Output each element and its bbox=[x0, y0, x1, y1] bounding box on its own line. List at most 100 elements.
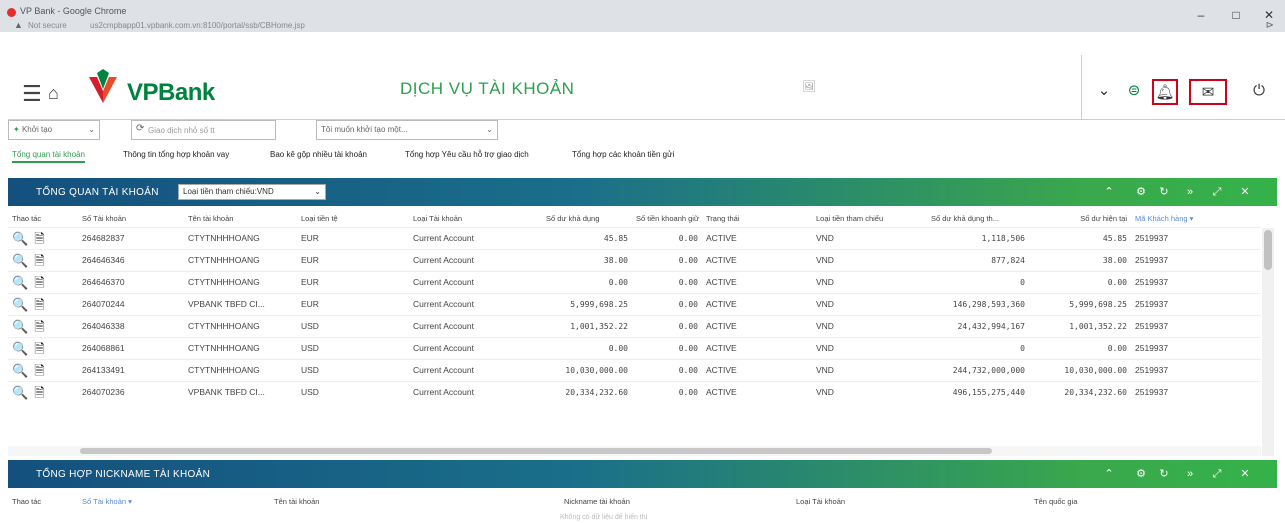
vpbank-logo[interactable]: VPBank bbox=[83, 67, 243, 113]
view-details-icon[interactable]: 🔍 bbox=[12, 320, 28, 333]
table-row[interactable]: 🔍 🗎 264682837 CTYTNHHHOANG EUR Current Accoun… bbox=[8, 226, 1261, 249]
col-header[interactable]: Tên tài khoản bbox=[270, 493, 560, 509]
extension-icon[interactable]: ⊳ bbox=[1266, 20, 1274, 31]
power-icon[interactable]: ⏻ bbox=[1246, 79, 1272, 105]
exchange-icon[interactable]: ⊜ bbox=[1121, 79, 1147, 105]
chevron-down-icon[interactable]: ⌄ bbox=[1091, 79, 1117, 105]
table-row[interactable]: 🔍 🗎 264070244 VPBANK TBFD CI... EUR Current A… bbox=[8, 292, 1261, 315]
address-bar[interactable]: ▲ Not secure us2cmpbapp01.vpbank.com.vn:… bbox=[14, 20, 1274, 33]
table-row[interactable]: 🔍 🗎 264646370 CTYTNHHHOANG EUR Current Accoun… bbox=[8, 270, 1261, 293]
statement-document-icon[interactable]: 🗎 bbox=[34, 232, 44, 245]
tab-account-overview[interactable]: Tổng quan tài khoản bbox=[12, 150, 85, 163]
row-actions: 🔍 🗎 bbox=[8, 314, 78, 337]
view-details-icon[interactable]: 🔍 bbox=[12, 276, 28, 289]
tab-multi-account-statement[interactable]: Bao kê gộp nhiều tài khoản bbox=[270, 150, 367, 159]
col-header[interactable]: Số dư hiện tại bbox=[1029, 211, 1131, 227]
row-actions: 🔍 🗎 bbox=[8, 226, 78, 249]
expand-icon[interactable]: » bbox=[1181, 466, 1199, 482]
view-details-icon[interactable]: 🔍 bbox=[12, 232, 28, 245]
cell-type: Current Account bbox=[409, 314, 542, 337]
table-row[interactable]: 🔍 🗎 264133491 CTYTNHHHOANG USD Current Accoun… bbox=[8, 358, 1261, 381]
view-details-icon[interactable]: 🔍 bbox=[12, 298, 28, 311]
brand-name: VPBank bbox=[127, 79, 215, 106]
cell-name: CTYTNHHHOANG bbox=[184, 358, 297, 381]
table-row[interactable]: 🔍 🗎 264046338 CTYTNHHHOANG USD Current Accoun… bbox=[8, 314, 1261, 337]
tab-support-requests[interactable]: Tổng hợp Yêu cầu hỗ trợ giao dịch bbox=[405, 150, 529, 159]
settings-icon[interactable]: ⚙ bbox=[1132, 466, 1150, 482]
close-icon[interactable]: ✕ bbox=[1236, 466, 1254, 482]
col-header[interactable]: Trạng thái bbox=[702, 211, 812, 227]
statement-document-icon[interactable]: 🗎 bbox=[34, 386, 44, 399]
mail-icon[interactable]: ✉ bbox=[1189, 79, 1227, 105]
cell-avail: 0.00 bbox=[542, 270, 632, 293]
currency-select[interactable]: Loại tiền tham chiếu:VND ⌄ bbox=[178, 184, 326, 200]
statement-document-icon[interactable]: 🗎 bbox=[34, 254, 44, 267]
maximize-icon[interactable]: ⤢ bbox=[1208, 184, 1226, 200]
statement-document-icon[interactable]: 🗎 bbox=[34, 342, 44, 355]
horizontal-scrollbar[interactable] bbox=[8, 446, 1261, 456]
vpbank-logo-mark-icon bbox=[89, 69, 117, 103]
cell-hold: 0.00 bbox=[632, 292, 702, 315]
notification-bell-icon[interactable]: 🔔︎ bbox=[1152, 79, 1178, 105]
cell-ccy: USD bbox=[297, 380, 409, 403]
cell-hold: 0.00 bbox=[632, 270, 702, 293]
col-header[interactable]: Số dư khả dụng th... bbox=[927, 211, 1029, 227]
col-header[interactable]: Loại Tài khoản bbox=[409, 211, 542, 227]
cell-current: 45.85 bbox=[1029, 226, 1131, 249]
refresh-icon[interactable]: ↻ bbox=[1155, 184, 1173, 200]
col-header[interactable]: Nickname tài khoản bbox=[560, 493, 792, 509]
collapse-icon[interactable]: ⌃ bbox=[1100, 184, 1118, 200]
col-header[interactable]: Số tiền khoanh giữ bbox=[632, 211, 702, 227]
chevron-down-icon: ⌄ bbox=[88, 125, 95, 134]
col-header[interactable]: Tên tài khoản bbox=[184, 211, 297, 227]
col-header-sorted[interactable]: Mã Khách hàng ▾ bbox=[1131, 211, 1261, 227]
home-icon[interactable]: ⌂ bbox=[48, 83, 59, 104]
cell-acct: 264646346 bbox=[78, 248, 184, 271]
cell-status: ACTIVE bbox=[702, 380, 812, 403]
col-header[interactable]: Loại tiền tham chiếu bbox=[812, 211, 927, 227]
intent-select[interactable]: Tôi muốn khởi tạo một... ⌄ bbox=[316, 120, 498, 140]
transaction-search-input[interactable] bbox=[131, 120, 276, 140]
cell-cif: 2519937 bbox=[1131, 314, 1261, 337]
menu-icon[interactable]: ☰ bbox=[22, 83, 42, 105]
cell-type: Current Account bbox=[409, 270, 542, 293]
settings-icon[interactable]: ⚙ bbox=[1132, 184, 1150, 200]
col-header[interactable]: Loại tiền tệ bbox=[297, 211, 409, 227]
scrollbar-thumb[interactable] bbox=[80, 448, 992, 454]
view-details-icon[interactable]: 🔍 bbox=[12, 342, 28, 355]
statement-document-icon[interactable]: 🗎 bbox=[34, 320, 44, 333]
cell-avail-ref: 146,298,593,360 bbox=[927, 292, 1029, 315]
close-icon[interactable]: ✕ bbox=[1236, 184, 1254, 200]
col-header[interactable]: Thao tác bbox=[8, 211, 78, 227]
header-divider bbox=[1081, 55, 1082, 119]
create-select[interactable]: ✦ Khởi tạo ⌄ bbox=[8, 120, 100, 140]
statement-document-icon[interactable]: 🗎 bbox=[34, 276, 44, 289]
view-details-icon[interactable]: 🔍 bbox=[12, 386, 28, 399]
collapse-icon[interactable]: ⌃ bbox=[1100, 466, 1118, 482]
view-details-icon[interactable]: 🔍 bbox=[12, 364, 28, 377]
vertical-scrollbar[interactable] bbox=[1262, 228, 1274, 456]
url-text[interactable]: us2cmpbapp01.vpbank.com.vn:8100/portal/s… bbox=[90, 21, 305, 30]
table-row[interactable]: 🔍 🗎 264068861 CTYTNHHHOANG USD Current Accoun… bbox=[8, 336, 1261, 359]
table-row[interactable]: 🔍 🗎 264646346 CTYTNHHHOANG EUR Current Accoun… bbox=[8, 248, 1261, 271]
tab-deposits[interactable]: Tổng hợp các khoản tiền gửi bbox=[572, 150, 674, 159]
col-header-sorted[interactable]: Số Tài khoản ▾ bbox=[78, 493, 270, 509]
refresh-icon[interactable]: ↻ bbox=[1155, 466, 1173, 482]
tab-loan-summary[interactable]: Thông tin tổng hợp khoản vay bbox=[123, 150, 229, 159]
col-header[interactable]: Tên quốc gia bbox=[1030, 493, 1261, 509]
cell-acct: 264070236 bbox=[78, 380, 184, 403]
cell-avail-ref: 244,732,000,000 bbox=[927, 358, 1029, 381]
col-header[interactable]: Số dư khả dụng bbox=[542, 211, 632, 227]
toolbar: ✦ Khởi tạo ⌄ ⟳ Tôi muốn khởi tạo một... … bbox=[8, 120, 1285, 142]
col-header[interactable]: Thao tác bbox=[8, 493, 78, 509]
col-header[interactable]: Số Tài khoản bbox=[78, 211, 184, 227]
view-details-icon[interactable]: 🔍 bbox=[12, 254, 28, 267]
maximize-icon[interactable]: ⤢ bbox=[1208, 466, 1226, 482]
cell-current: 38.00 bbox=[1029, 248, 1131, 271]
statement-document-icon[interactable]: 🗎 bbox=[34, 298, 44, 311]
statement-document-icon[interactable]: 🗎 bbox=[34, 364, 44, 377]
scrollbar-thumb[interactable] bbox=[1264, 230, 1272, 270]
expand-icon[interactable]: » bbox=[1181, 184, 1199, 200]
table-row[interactable]: 🔍 🗎 264070236 VPBANK TBFD CI... USD Current A… bbox=[8, 380, 1261, 403]
col-header[interactable]: Loại Tài khoản bbox=[792, 493, 1030, 509]
